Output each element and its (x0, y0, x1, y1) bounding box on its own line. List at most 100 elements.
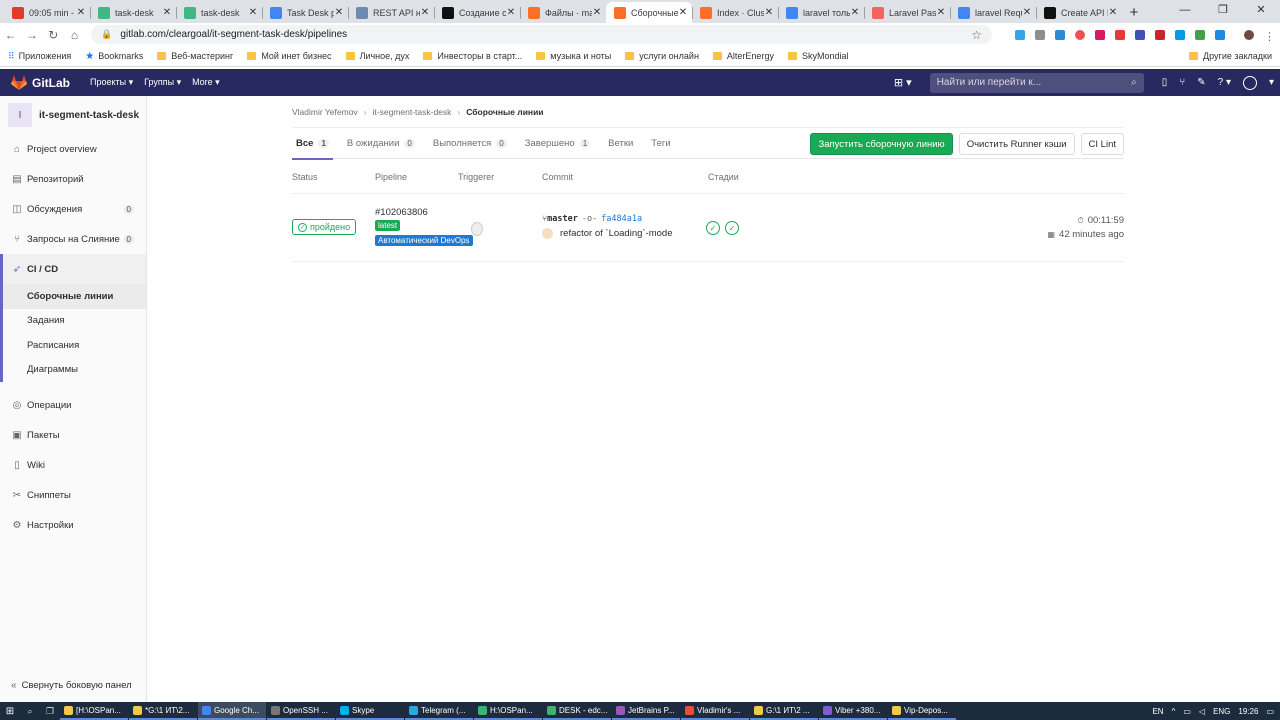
extension-icon[interactable] (1015, 29, 1026, 40)
tab-close-icon[interactable]: ✕ (678, 7, 688, 18)
tab-close-icon[interactable]: ✕ (334, 7, 344, 18)
browser-tab[interactable]: REST API на✕ (348, 2, 434, 23)
triggerer-avatar[interactable] (471, 222, 483, 236)
profile-avatar[interactable] (1244, 29, 1255, 40)
stage-passed-icon[interactable]: ✓ (725, 221, 739, 235)
restore-icon[interactable]: ❐ (1204, 0, 1242, 20)
tab-close-icon[interactable]: ✕ (162, 7, 172, 18)
browser-tab[interactable]: Создание с ✕ (434, 2, 520, 23)
tray-chevron-icon[interactable]: ^ (1172, 707, 1176, 716)
tab-close-icon[interactable]: ✕ (76, 7, 86, 18)
user-avatar[interactable] (1242, 75, 1257, 90)
browser-tab[interactable]: Index · Clust ✕ (692, 2, 778, 23)
windows-start-icon[interactable]: ⊞ (0, 706, 20, 717)
bookmark-item[interactable]: услуги онлайн (625, 51, 699, 61)
commit-title-link[interactable]: refactor of `Loading`-mode (560, 228, 672, 239)
sidebar-item[interactable]: ➶ CI / CD (0, 254, 146, 284)
search-icon[interactable]: ⌕ (20, 706, 40, 717)
browser-tab[interactable]: Task Desk p ✕ (262, 2, 348, 23)
merge-requests-icon[interactable]: ⑂ (1179, 77, 1185, 88)
bookmark-item[interactable]: Мой инет бизнес (247, 51, 332, 61)
task-view-icon[interactable]: ❐ (40, 706, 60, 717)
forward-icon[interactable]: → (21, 28, 42, 42)
taskbar-item[interactable]: [H:\OSPan... (60, 702, 128, 720)
taskbar-item[interactable]: Viber +380... (819, 702, 887, 720)
browser-tab[interactable]: task-desk ✕ (176, 2, 262, 23)
browser-tab[interactable]: Laravel Pass ✕ (864, 2, 950, 23)
taskbar-item[interactable]: H:\OSPan... (474, 702, 542, 720)
breadcrumb-current[interactable]: Сборочные линии (466, 107, 543, 117)
bookmark-item[interactable]: музыка и ноты (536, 51, 611, 61)
commit-sha-link[interactable]: fa484a1a (601, 214, 642, 224)
tray-lang[interactable]: EN (1152, 707, 1163, 716)
clock[interactable]: 19:26 (1238, 707, 1258, 716)
pipeline-tab[interactable]: Выполняется 0 (429, 127, 511, 159)
extension-icon[interactable] (1035, 29, 1046, 40)
taskbar-item[interactable]: G:\1 ИТ\2 ... (750, 702, 818, 720)
volume-icon[interactable]: ◁ (1199, 707, 1205, 716)
browser-tab[interactable]: 09:05 min - ✕ (4, 2, 90, 23)
sidebar-subitem[interactable]: Расписания (3, 333, 146, 358)
bookmark-item[interactable]: ⠿ Приложения (8, 51, 71, 62)
todo-icon[interactable]: ✎ (1197, 77, 1205, 88)
clear-runner-cache-button[interactable]: Очистить Runner кэши (958, 133, 1075, 155)
pipeline-tab[interactable]: В ожидании 0 (343, 127, 419, 159)
menu-dots-icon[interactable]: ⋮ (1264, 30, 1275, 43)
extension-icon[interactable] (1195, 29, 1206, 40)
extension-icon[interactable] (1215, 29, 1226, 40)
bookmark-item[interactable]: Веб-мастеринг (157, 51, 233, 61)
breadcrumb-user[interactable]: Vladimir Yefemov (292, 107, 358, 117)
browser-tab[interactable]: laravel толь ✕ (778, 2, 864, 23)
sidebar-item[interactable]: ⚙ Настройки (0, 510, 146, 540)
ci-lint-button[interactable]: CI Lint (1080, 133, 1124, 155)
sidebar-subitem[interactable]: Задания (3, 309, 146, 334)
home-icon[interactable]: ⌂ (64, 28, 85, 42)
network-icon[interactable]: ▭ (1183, 707, 1191, 716)
pipeline-tab[interactable]: Все 1 (292, 127, 333, 160)
extension-icon[interactable] (1135, 29, 1146, 40)
pipeline-id-link[interactable]: #102063806 (375, 207, 428, 218)
extension-icon[interactable] (1055, 29, 1066, 40)
project-header[interactable]: I it-segment-task-desk (0, 96, 146, 134)
bookmark-item[interactable]: SkyMondial (787, 51, 848, 61)
extension-icon[interactable] (1155, 29, 1166, 40)
sidebar-item[interactable]: ▯ Wiki (0, 450, 146, 480)
browser-tab[interactable]: Create API R✕ (1036, 2, 1122, 23)
run-pipeline-button[interactable]: Запустить сборочную линию (810, 133, 953, 155)
tab-close-icon[interactable]: ✕ (1108, 7, 1118, 18)
tab-close-icon[interactable]: ✕ (506, 7, 516, 18)
chevron-down-icon[interactable]: ▾ (1269, 77, 1274, 88)
extension-icon[interactable] (1115, 29, 1126, 40)
nav-groups[interactable]: Группы ▾ (144, 77, 181, 88)
tab-close-icon[interactable]: ✕ (420, 7, 430, 18)
omnibox[interactable]: 🔒 gitlab.com/cleargoal/it-segment-task-d… (91, 25, 993, 44)
browser-tab[interactable]: laravel Requ ✕ (950, 2, 1036, 23)
pipeline-tab[interactable]: Завершено 1 (521, 127, 594, 159)
browser-tab[interactable]: task-desk ✕ (90, 2, 176, 23)
help-icon[interactable]: ? ▾ (1218, 77, 1231, 88)
taskbar-item[interactable]: Vladimir's ... (681, 702, 749, 720)
sidebar-item[interactable]: ✂ Сниппеты (0, 480, 146, 510)
taskbar-item[interactable]: Google Ch... (198, 702, 266, 720)
search-input[interactable]: Найти или перейти к... ⌕ (929, 72, 1144, 93)
taskbar-item[interactable]: Telegram (... (405, 702, 473, 720)
other-bookmarks[interactable]: Другие закладки (1189, 51, 1272, 61)
tab-close-icon[interactable]: ✕ (850, 7, 860, 18)
sidebar-item[interactable]: ◫ Обсуждения 0 (0, 194, 146, 224)
taskbar-item[interactable]: DESK - edc... (543, 702, 611, 720)
reload-icon[interactable]: ↻ (43, 28, 64, 42)
breadcrumb-project[interactable]: it-segment-task-desk (373, 107, 452, 117)
taskbar-item[interactable]: Skype (336, 702, 404, 720)
extension-icon[interactable] (1095, 29, 1106, 40)
gitlab-logo[interactable]: GitLab (11, 75, 70, 90)
sidebar-item[interactable]: ▤ Репозиторий (0, 164, 146, 194)
taskbar-item[interactable]: JetBrains P... (612, 702, 680, 720)
taskbar-item[interactable]: Vip-Depos... (888, 702, 956, 720)
extension-icon[interactable] (1075, 29, 1086, 40)
sidebar-item[interactable]: ⑂ Запросы на Слияние 0 (0, 224, 146, 254)
tab-close-icon[interactable]: ✕ (936, 7, 946, 18)
new-plus-icon[interactable]: ⊞ ▾ (894, 76, 912, 89)
tray-lang2[interactable]: ENG (1213, 707, 1230, 716)
bookmark-item[interactable]: AlterEnergy (712, 51, 774, 61)
nav-projects[interactable]: Проекты ▾ (90, 77, 133, 88)
